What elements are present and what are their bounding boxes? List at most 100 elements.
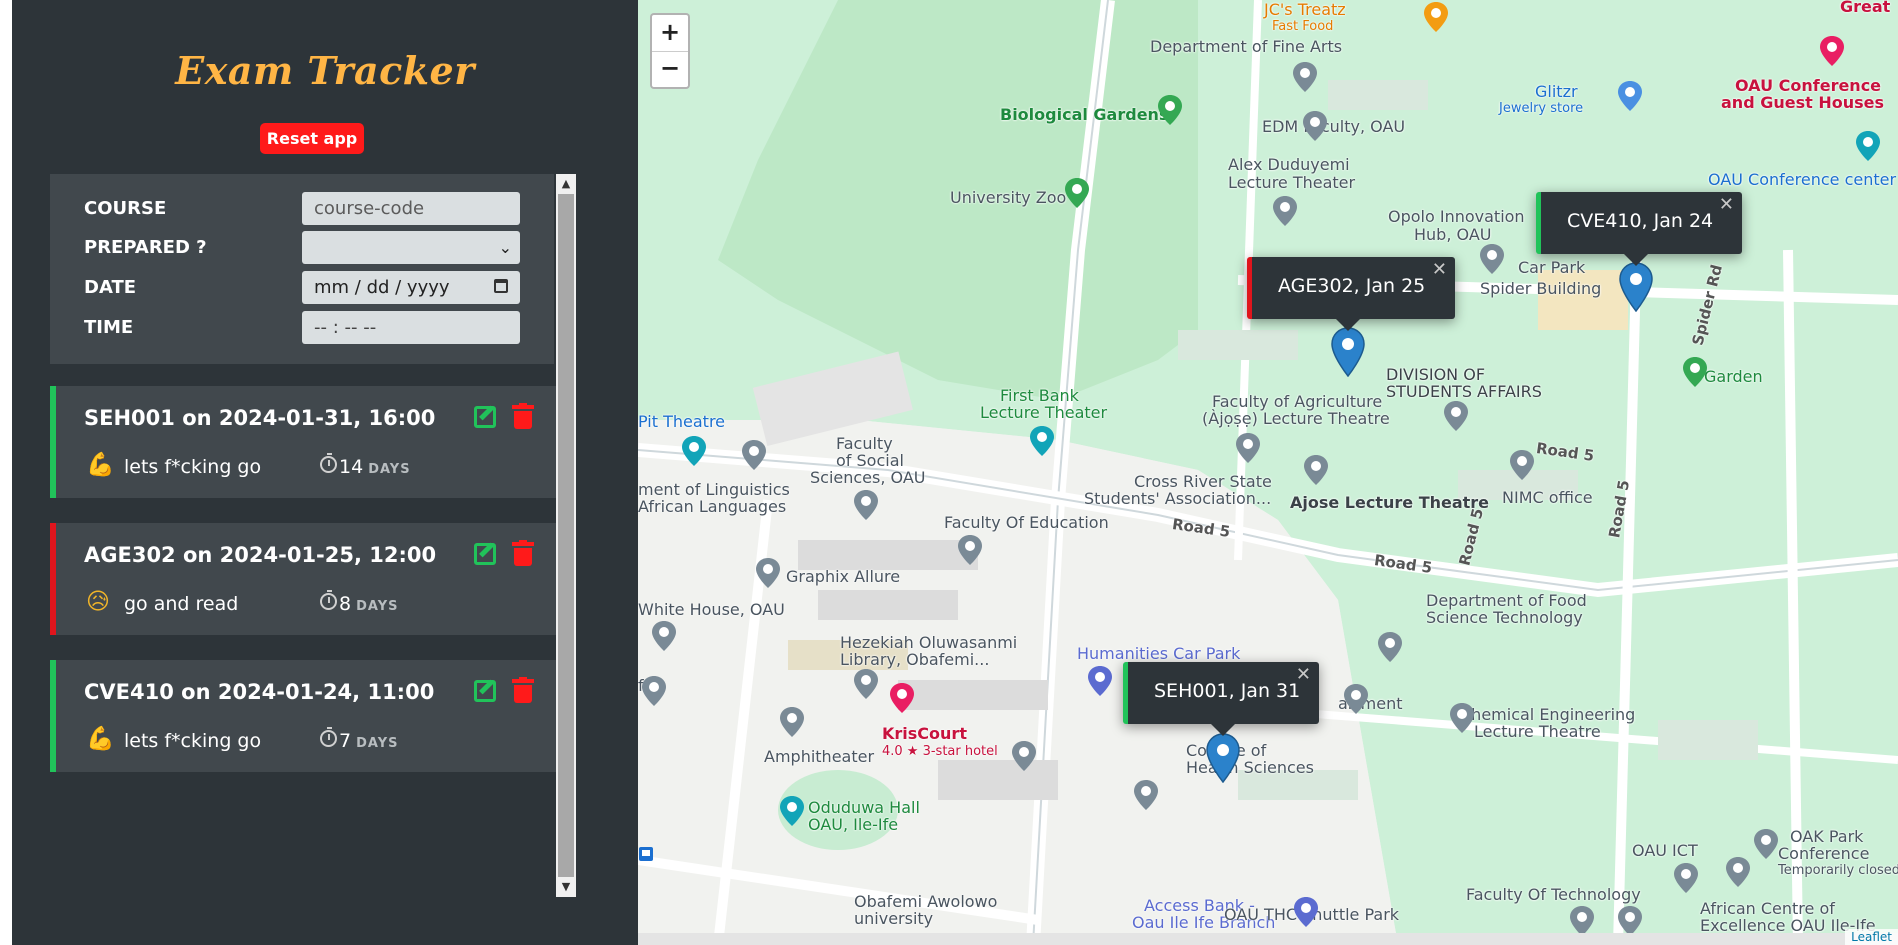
music-venue-pin-icon[interactable]: [1030, 426, 1054, 456]
sidebar: Exam Tracker Reset app COURSE course-cod…: [12, 0, 638, 945]
pin-icon[interactable]: [1450, 703, 1474, 733]
map-label-biological-gardens[interactable]: Biological Gardens: [1000, 106, 1168, 124]
zoom-in-button[interactable]: +: [652, 15, 688, 52]
trash-icon[interactable]: [512, 403, 534, 429]
scrollbar-thumb[interactable]: [558, 194, 574, 877]
map-label-car-park[interactable]: Car Park: [1518, 259, 1585, 277]
exam-list-scroll-area[interactable]: COURSE course-code PREPARED ? ⌄ DATE mm …: [50, 174, 576, 897]
map-label-humanities-car-park[interactable]: Humanities Car Park: [1077, 645, 1240, 663]
exam-status-text: lets f*cking go: [124, 730, 262, 752]
exam-marker-pin-icon[interactable]: [1206, 733, 1240, 783]
scroll-down-arrow-icon[interactable]: ▼: [556, 877, 576, 897]
bus-stop-icon[interactable]: [638, 846, 654, 862]
theatre-pin-icon[interactable]: [682, 436, 706, 466]
school-pin-icon[interactable]: [854, 490, 878, 520]
pin-icon[interactable]: [1480, 244, 1504, 274]
map-label-amphitheater[interactable]: Amphitheater: [764, 748, 874, 766]
map-label-edm-faculty[interactable]: EDM Faculty, OAU: [1262, 118, 1405, 136]
reset-app-button[interactable]: Reset app: [260, 123, 364, 154]
trash-icon[interactable]: [512, 540, 534, 566]
exam-popup-label: SEH001, Jan 31: [1154, 680, 1301, 702]
map-label-pit-theatre[interactable]: Pit Theatre: [638, 413, 725, 431]
restaurant-pin-icon[interactable]: [1424, 2, 1448, 32]
school-pin-icon[interactable]: [1012, 741, 1036, 771]
close-icon[interactable]: ✕: [1719, 194, 1734, 215]
government-pin-icon[interactable]: [1510, 450, 1534, 480]
school-pin-icon[interactable]: [1303, 111, 1327, 141]
hotel-pin-icon[interactable]: [1754, 829, 1778, 859]
zoom-out-button[interactable]: −: [652, 51, 688, 87]
trash-icon[interactable]: [512, 677, 534, 703]
map-label-temporarily-closed: Temporarily closed: [1778, 863, 1898, 878]
parking-pin-icon[interactable]: [1088, 666, 1112, 696]
scrollbar[interactable]: ▲ ▼: [556, 174, 576, 897]
park-pin-icon[interactable]: [1158, 95, 1182, 125]
school-pin-icon[interactable]: [1134, 780, 1158, 810]
school-pin-icon[interactable]: [1726, 857, 1750, 887]
music-venue-pin-icon[interactable]: [780, 796, 804, 826]
map-label-nimc-office[interactable]: NIMC office: [1502, 489, 1593, 507]
date-input[interactable]: mm / dd / yyyy: [302, 271, 520, 304]
map-label-alex-duduyemi[interactable]: Alex Duduyemi: [1228, 156, 1350, 174]
school-pin-icon[interactable]: [1378, 632, 1402, 662]
map-label-faculty-of-technology[interactable]: Faculty Of Technology: [1466, 886, 1641, 904]
pin-icon[interactable]: [756, 558, 780, 588]
map-label-faculty-of-education[interactable]: Faculty Of Education: [944, 514, 1109, 532]
school-pin-icon[interactable]: [1344, 684, 1368, 714]
school-pin-icon[interactable]: [742, 440, 766, 470]
shop-pin-icon[interactable]: [1618, 81, 1642, 111]
map-label-dept-fine-arts[interactable]: Department of Fine Arts: [1150, 38, 1342, 56]
hotel-pin-icon[interactable]: [1820, 36, 1844, 66]
government-pin-icon[interactable]: [1444, 401, 1468, 431]
map-attribution-link[interactable]: Leaflet: [1845, 929, 1898, 945]
map-label-white-house[interactable]: White House, OAU: [638, 601, 785, 619]
map-label-african-languages: African Languages: [638, 497, 787, 516]
map-label-oau-ict[interactable]: OAU ICT: [1632, 842, 1698, 860]
edit-icon[interactable]: [474, 680, 496, 702]
course-input[interactable]: course-code: [302, 192, 520, 225]
pin-icon[interactable]: [1304, 455, 1328, 485]
map-label-great[interactable]: Great: [1840, 0, 1890, 16]
prepared-select[interactable]: ⌄: [302, 231, 520, 264]
map-label-university-zoo[interactable]: University Zoo: [950, 189, 1066, 207]
map-label-garden[interactable]: Garden: [1704, 368, 1763, 386]
map-label-jcs-treatz[interactable]: JC's Treatz: [1264, 1, 1346, 19]
school-pin-icon[interactable]: [642, 676, 666, 706]
pin-icon[interactable]: [1236, 433, 1260, 463]
map-label-jewelry-store: Jewelry store: [1499, 101, 1584, 116]
time-input[interactable]: -- : -- --: [302, 311, 520, 344]
school-pin-icon[interactable]: [780, 707, 804, 737]
flexed-biceps-emoji: 💪: [86, 452, 115, 478]
map-label-graphix-allure[interactable]: Graphix Allure: [786, 568, 900, 586]
edit-icon[interactable]: [474, 543, 496, 565]
close-icon[interactable]: ✕: [1296, 664, 1311, 685]
school-pin-icon[interactable]: [1570, 906, 1594, 936]
exam-marker-pin-icon[interactable]: [1331, 327, 1365, 377]
school-pin-icon[interactable]: [1273, 196, 1297, 226]
school-pin-icon[interactable]: [958, 535, 982, 565]
map-label-ajose-lecture-theatre[interactable]: Ajose Lecture Theatre: [1290, 494, 1489, 512]
bank-pin-icon[interactable]: [1294, 897, 1318, 927]
map-label-glitzr[interactable]: Glitzr: [1535, 83, 1578, 101]
hotel-pin-icon[interactable]: [890, 683, 914, 713]
popup-tip: [1624, 254, 1648, 266]
calendar-icon[interactable]: [494, 279, 508, 293]
pin-icon[interactable]: [1674, 863, 1698, 893]
zoom-control: + −: [650, 13, 690, 89]
library-pin-icon[interactable]: [854, 669, 878, 699]
map-label-oau-conference-center[interactable]: OAU Conference center: [1708, 171, 1896, 189]
map-label-kriscourt[interactable]: KrisCourt: [882, 725, 967, 743]
map[interactable]: JC's Treatz Fast Food Great Department o…: [638, 0, 1898, 945]
zoo-pin-icon[interactable]: [1065, 178, 1089, 208]
exam-marker-pin-icon[interactable]: [1619, 262, 1653, 312]
garden-pin-icon[interactable]: [1683, 357, 1707, 387]
close-icon[interactable]: ✕: [1432, 259, 1447, 280]
scroll-up-arrow-icon[interactable]: ▲: [556, 174, 576, 194]
map-label-opolo-innovation[interactable]: Opolo Innovation: [1388, 208, 1525, 226]
school-pin-icon[interactable]: [652, 621, 676, 651]
map-label-spider-building[interactable]: Spider Building: [1480, 280, 1601, 298]
pin-icon[interactable]: [1618, 906, 1642, 936]
event-venue-pin-icon[interactable]: [1856, 131, 1880, 161]
school-pin-icon[interactable]: [1293, 62, 1317, 92]
edit-icon[interactable]: [474, 406, 496, 428]
